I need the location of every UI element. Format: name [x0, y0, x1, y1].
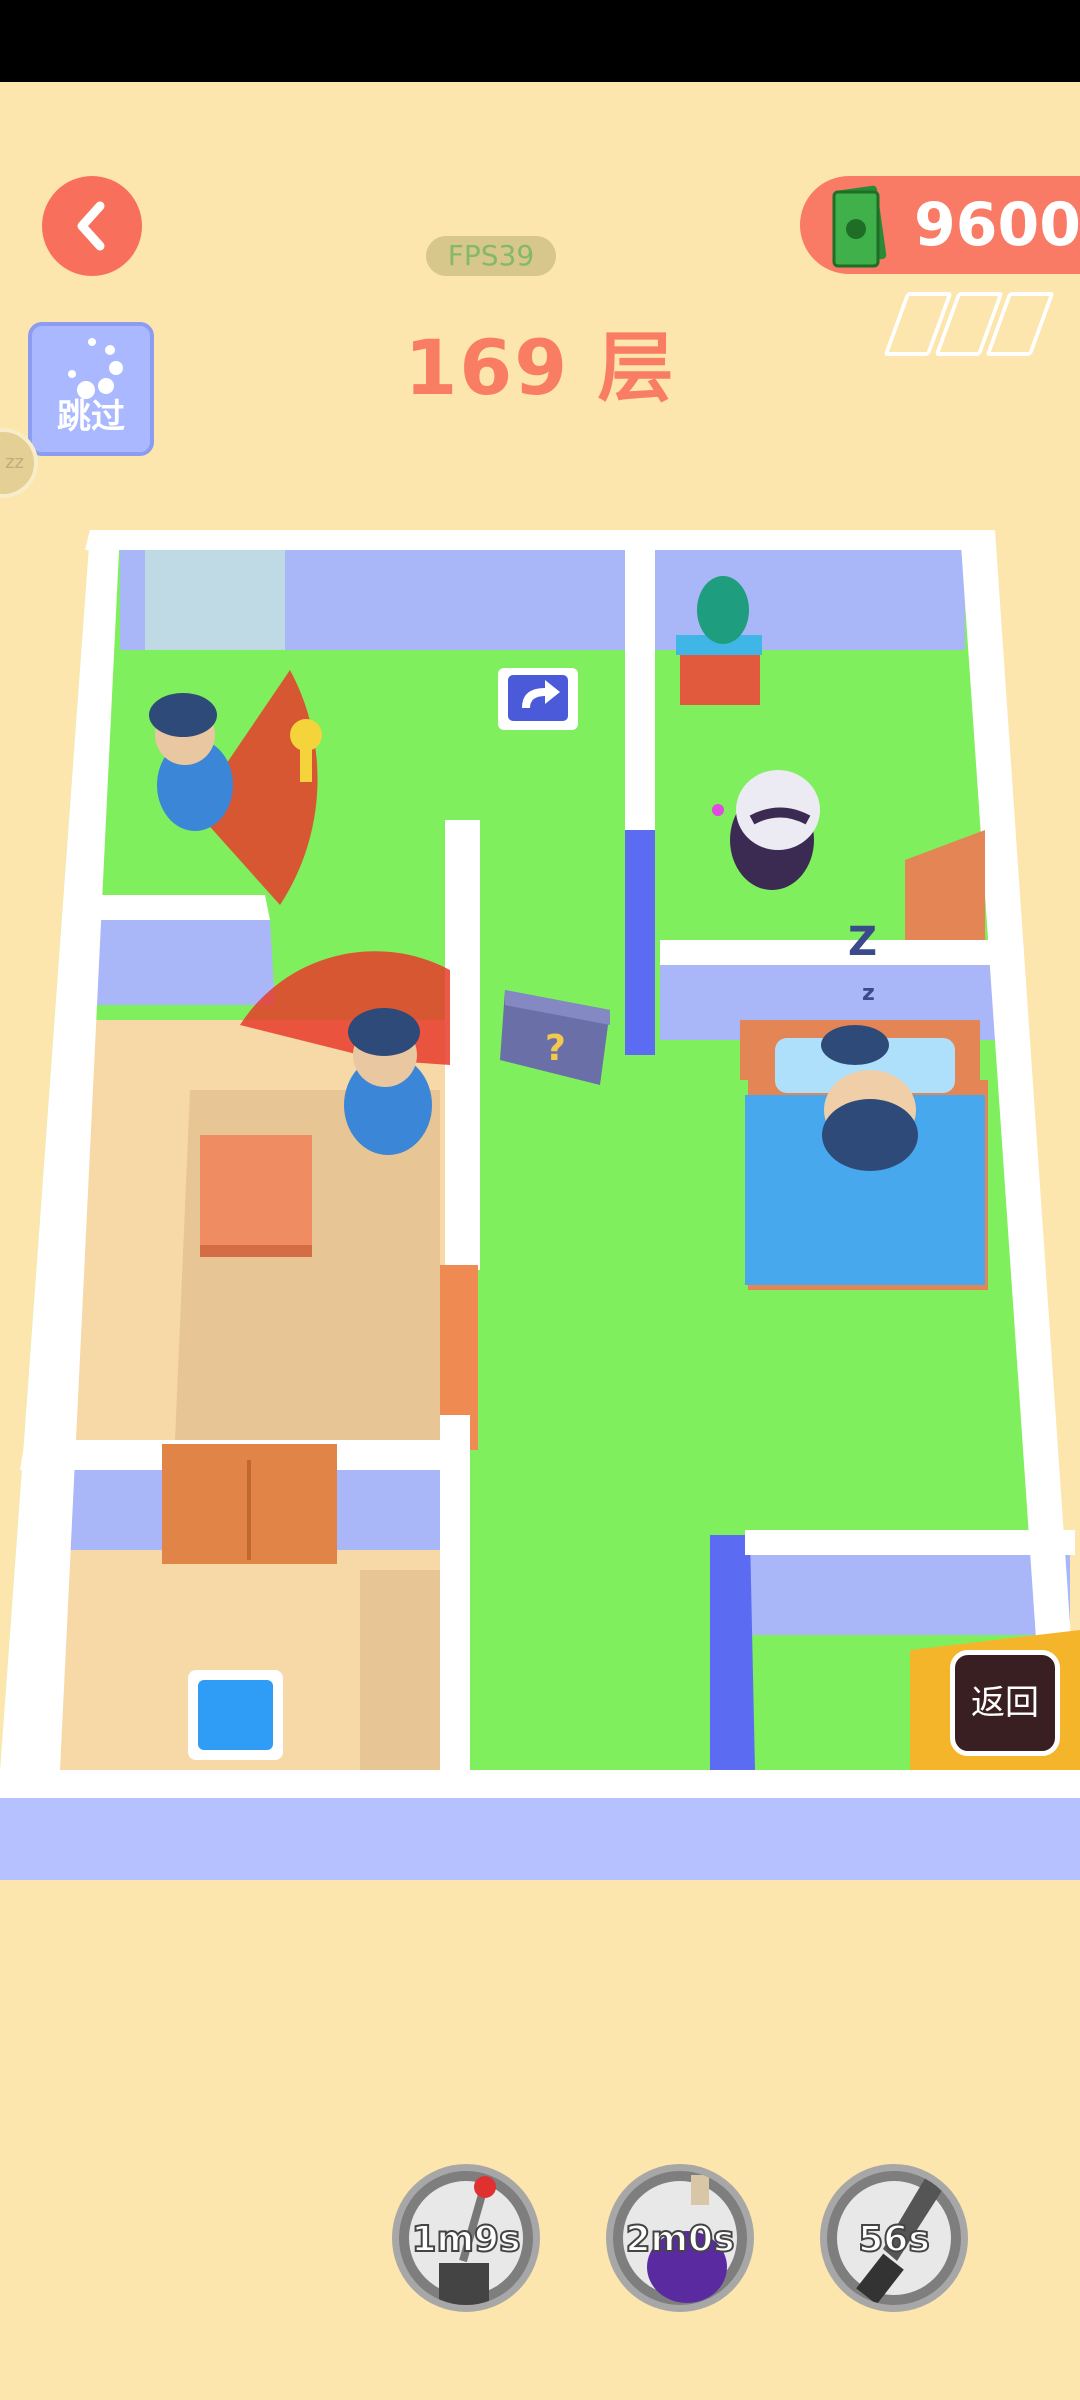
game-scene[interactable]: ? Z z [0, 520, 1080, 1880]
svg-text:?: ? [545, 1028, 566, 1069]
wall-center-vertical [445, 820, 480, 1270]
window-glass [145, 535, 285, 650]
chevron-left-icon [77, 201, 105, 251]
wall-front [0, 1770, 1080, 1798]
room-shadow-bottom [360, 1570, 440, 1770]
svg-text:z: z [862, 981, 875, 1006]
wall-br-top [745, 1530, 1075, 1555]
powerup-potion[interactable]: 2m0s [606, 2164, 754, 2312]
return-button[interactable]: 返回 [950, 1650, 1060, 1756]
wall-room-mid-top [75, 895, 270, 920]
powerup-knife-timer: 56s [857, 2218, 931, 2261]
powerup-lever-timer: 1m9s [410, 2218, 521, 2261]
money-counter: 9600 [800, 176, 1080, 274]
money-value: 9600 [914, 190, 1080, 260]
cash-icon [832, 185, 887, 268]
powerup-knife[interactable]: 56s [820, 2164, 968, 2312]
key-pickup[interactable] [290, 719, 322, 751]
sleep-zzz: Z [848, 919, 877, 965]
powerup-lever[interactable]: 1m9s [392, 2164, 540, 2312]
skip-label: 跳过 [57, 397, 125, 437]
wall-divider-blue [625, 830, 655, 1055]
skip-button[interactable]: 跳过 [28, 322, 154, 456]
back-button[interactable] [42, 176, 142, 276]
wall-bedroom-top [660, 940, 1000, 965]
table [200, 1135, 312, 1245]
wall-room-mid [80, 920, 275, 1005]
guard-2 [344, 1008, 432, 1155]
rotate-icon[interactable] [498, 668, 578, 730]
fps-counter: FPS39 [426, 236, 556, 276]
powerup-potion-timer: 2m0s [624, 2218, 735, 2261]
status-bar [0, 0, 1080, 82]
wall-divider-top [625, 550, 655, 830]
wall-br-blue [710, 1535, 755, 1770]
wall-top-back [85, 530, 995, 550]
level-title: 169 层 [404, 323, 676, 412]
